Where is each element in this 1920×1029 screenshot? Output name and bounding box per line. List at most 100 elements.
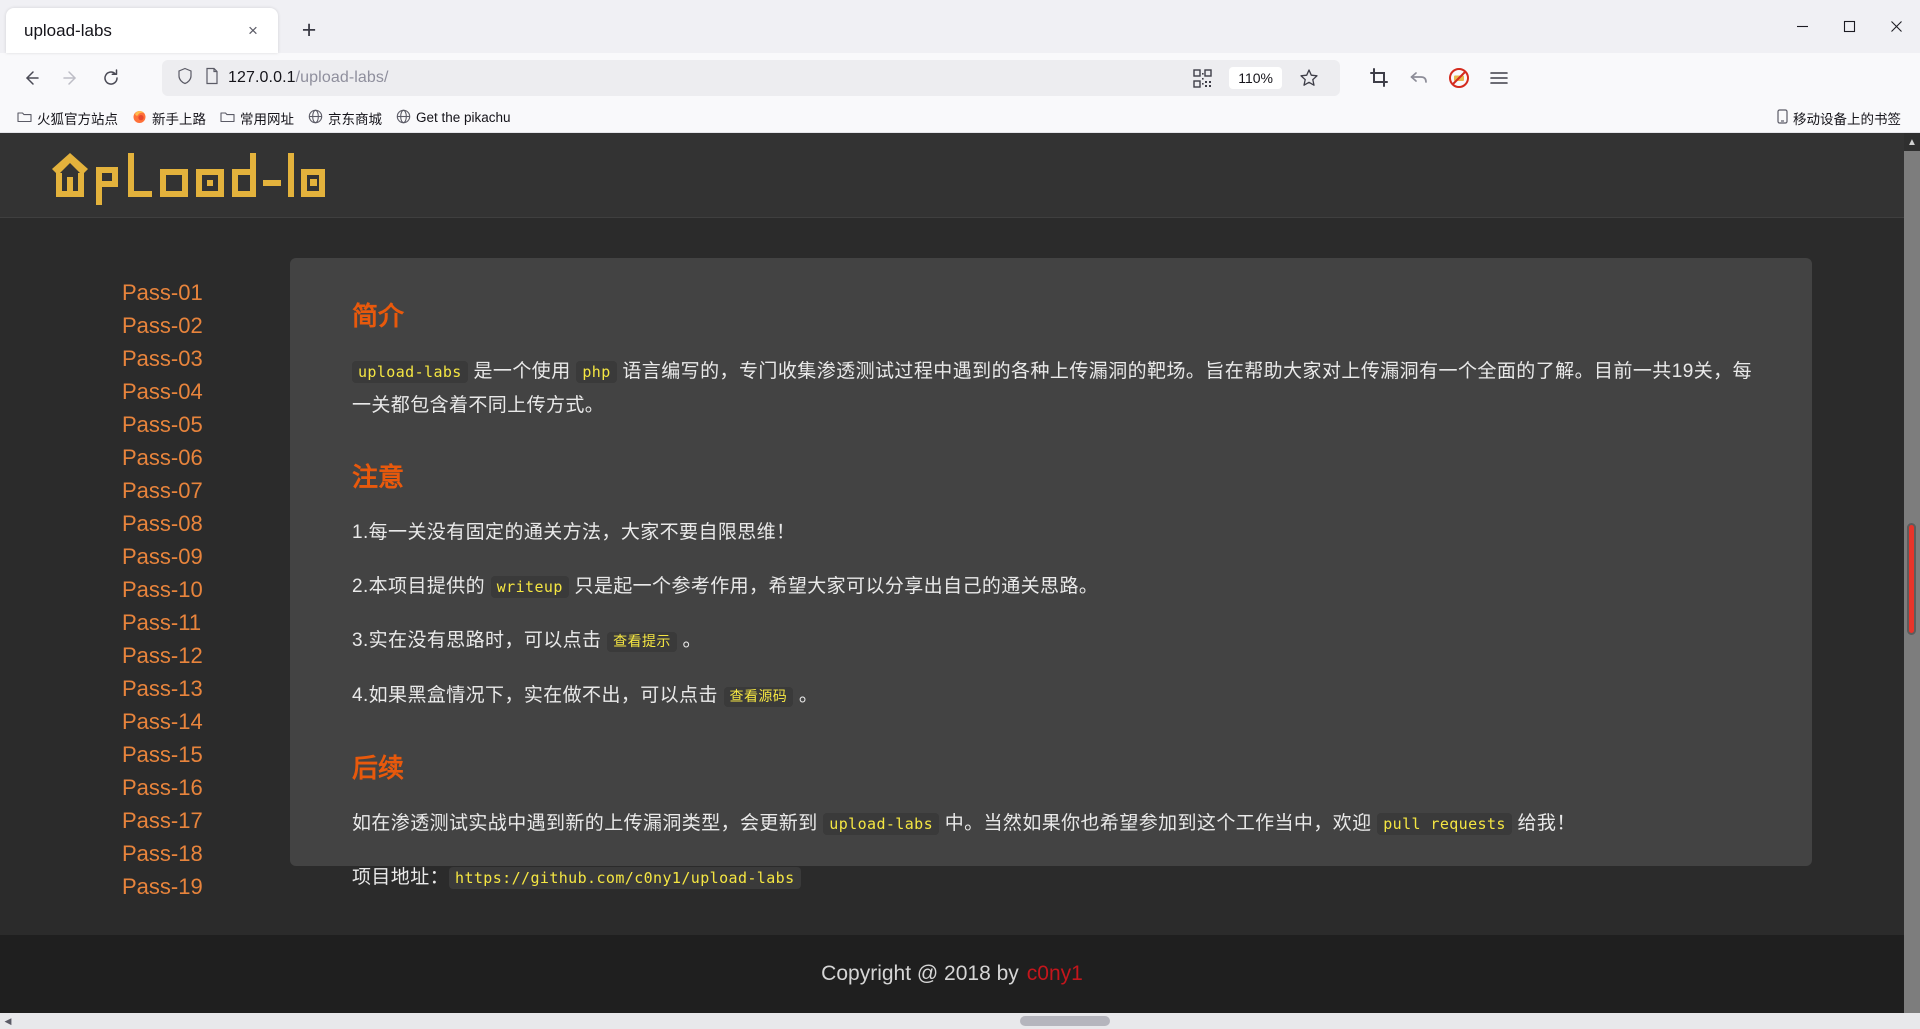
new-tab-button[interactable]: + xyxy=(290,11,328,49)
sidebar-item-pass-10[interactable]: Pass-10 xyxy=(122,573,203,606)
inline-code-view-hint: 查看提示 xyxy=(607,632,677,652)
notice-item-3: 3.实在没有思路时，可以点击 查看提示 。 xyxy=(352,624,1752,659)
globe-icon xyxy=(308,109,323,127)
browser-tab[interactable]: upload-labs × xyxy=(6,8,278,53)
sidebar-item-pass-13[interactable]: Pass-13 xyxy=(122,672,203,705)
notice-item-4-text-b: 。 xyxy=(798,685,819,706)
bookmark-label: 新手上路 xyxy=(152,111,206,127)
sidebar-item-pass-14[interactable]: Pass-14 xyxy=(122,705,203,738)
inline-code-upload-labs-2: upload-labs xyxy=(823,813,940,835)
mobile-bookmarks-label: 移动设备上的书签 xyxy=(1793,111,1901,127)
sidebar-item-pass-05[interactable]: Pass-05 xyxy=(122,408,203,441)
page-body: Pass-01 Pass-02 Pass-03 Pass-04 Pass-05 … xyxy=(0,218,1904,935)
screenshot-icon[interactable] xyxy=(1360,59,1398,97)
page-icon[interactable] xyxy=(204,67,220,90)
tab-title: upload-labs xyxy=(24,20,112,40)
sidebar-item-pass-06[interactable]: Pass-06 xyxy=(122,441,203,474)
horizontal-scrollbar[interactable]: ◀ xyxy=(0,1013,1920,1029)
url-host: 127.0.0.1 xyxy=(228,69,296,86)
intro-heading: 简介 xyxy=(352,301,405,331)
adblock-icon[interactable] xyxy=(1440,59,1478,97)
intro-text-1: 是一个使用 xyxy=(473,361,571,382)
back-icon[interactable] xyxy=(12,59,50,97)
address-bar[interactable]: 127.0.0.1/upload-labs/ 110% xyxy=(162,60,1340,96)
followup-text-1: 如在渗透测试实战中遇到新的上传漏洞类型，会更新到 xyxy=(352,813,818,834)
followup-paragraph: 如在渗透测试实战中遇到新的上传漏洞类型，会更新到 upload-labs 中。当… xyxy=(352,807,1752,841)
reload-icon[interactable] xyxy=(92,59,130,97)
sidebar-item-pass-12[interactable]: Pass-12 xyxy=(122,639,203,672)
sidebar-item-pass-08[interactable]: Pass-08 xyxy=(122,507,203,540)
close-icon[interactable]: × xyxy=(240,18,266,44)
window-controls xyxy=(1779,0,1920,53)
sidebar-item-pass-01[interactable]: Pass-01 xyxy=(122,276,203,309)
sidebar-item-pass-15[interactable]: Pass-15 xyxy=(122,738,203,771)
web-page: Pass-01 Pass-02 Pass-03 Pass-04 Pass-05 … xyxy=(0,133,1904,1013)
site-logo[interactable] xyxy=(46,147,1904,205)
notice-heading: 注意 xyxy=(352,462,405,492)
browser-window: upload-labs × + 127.0.0.1/upload-labs/ 1… xyxy=(0,0,1920,1029)
inline-code-pull-requests: pull requests xyxy=(1377,813,1512,835)
bookmark-label: 常用网址 xyxy=(240,111,294,127)
url-display[interactable]: 127.0.0.1/upload-labs/ xyxy=(228,69,1183,87)
shield-icon[interactable] xyxy=(176,67,194,90)
inline-code-view-source: 查看源码 xyxy=(723,687,794,707)
bookmark-item[interactable]: 常用网址 xyxy=(213,105,301,131)
intro-paragraph: upload-labs 是一个使用 php 语言编写的，专门收集渗透测试过程中遇… xyxy=(352,355,1752,423)
mobile-bookmarks-item[interactable]: 移动设备上的书签 xyxy=(1770,105,1908,131)
bookmark-label: 火狐官方站点 xyxy=(37,111,118,127)
author-link[interactable]: c0ny1 xyxy=(1027,962,1083,986)
followup-heading: 后续 xyxy=(352,753,405,783)
folder-icon xyxy=(220,110,235,126)
address-bar-icons xyxy=(170,67,228,90)
bookmark-item[interactable]: 新手上路 xyxy=(125,105,213,131)
tab-strip: upload-labs × + xyxy=(0,0,1920,53)
bookmark-item[interactable]: 火狐官方站点 xyxy=(10,105,125,131)
followup-text-3: 给我！ xyxy=(1517,813,1576,834)
upload-labs-logo-icon xyxy=(52,153,325,205)
inline-code-writeup: writeup xyxy=(490,576,569,598)
navigation-toolbar: 127.0.0.1/upload-labs/ 110% xyxy=(0,53,1920,103)
notice-item-3-text-b: 。 xyxy=(682,630,702,651)
close-window-icon[interactable] xyxy=(1873,0,1920,53)
sidebar-item-pass-11[interactable]: Pass-11 xyxy=(122,606,201,639)
inline-code-php: php xyxy=(576,361,617,383)
scroll-up-icon[interactable]: ▲ xyxy=(1904,133,1920,151)
bookmark-item[interactable]: Get the pikachu xyxy=(389,106,518,130)
project-address-line: 项目地址： https://github.com/c0ny1/upload-lab… xyxy=(352,861,1752,895)
sidebar-item-pass-07[interactable]: Pass-07 xyxy=(122,474,203,507)
vertical-scrollbar[interactable]: ▲ xyxy=(1904,133,1920,1013)
scroll-left-icon[interactable]: ◀ xyxy=(0,1016,16,1027)
sidebar-nav: Pass-01 Pass-02 Pass-03 Pass-04 Pass-05 … xyxy=(0,258,290,935)
zoom-level-badge[interactable]: 110% xyxy=(1229,67,1282,89)
bookmarks-toolbar: 火狐官方站点 新手上路 常用网址 京东商城 Get the pikachu 移动… xyxy=(0,103,1920,133)
sidebar-item-pass-02[interactable]: Pass-02 xyxy=(122,309,203,342)
project-address-url[interactable]: https://github.com/c0ny1/upload-labs xyxy=(449,867,801,889)
sidebar-item-pass-18[interactable]: Pass-18 xyxy=(122,837,203,870)
sidebar-item-pass-09[interactable]: Pass-09 xyxy=(122,540,203,573)
notice-item-4: 4.如果黑盒情况下，实在做不出，可以点击 查看源码 。 xyxy=(352,679,1752,714)
page-viewport: Pass-01 Pass-02 Pass-03 Pass-04 Pass-05 … xyxy=(0,133,1920,1013)
sidebar-item-pass-17[interactable]: Pass-17 xyxy=(122,804,203,837)
sidebar-item-pass-04[interactable]: Pass-04 xyxy=(122,375,203,408)
star-icon[interactable] xyxy=(1290,59,1328,97)
forward-icon[interactable] xyxy=(52,59,90,97)
bookmark-item[interactable]: 京东商城 xyxy=(301,105,389,131)
horizontal-scrollbar-thumb[interactable] xyxy=(1020,1016,1110,1026)
maximize-icon[interactable] xyxy=(1826,0,1873,53)
vertical-scrollbar-thumb[interactable] xyxy=(1907,523,1916,635)
sidebar-item-pass-19[interactable]: Pass-19 xyxy=(122,870,203,903)
content-card: 简介 upload-labs 是一个使用 php 语言编写的，专门收集渗透测试过… xyxy=(290,258,1812,889)
notice-item-2-text-b: 只是起一个参考作用，希望大家可以分享出自己的通关思路。 xyxy=(574,576,1099,597)
project-address-label: 项目地址： xyxy=(352,867,450,888)
copyright-text: Copyright @ 2018 by xyxy=(821,962,1019,985)
inline-code-upload-labs: upload-labs xyxy=(352,361,468,383)
qr-code-icon[interactable] xyxy=(1183,59,1221,97)
sidebar-item-pass-03[interactable]: Pass-03 xyxy=(122,342,203,375)
globe-icon xyxy=(396,109,411,127)
undo-icon[interactable] xyxy=(1400,59,1438,97)
firefox-icon xyxy=(132,109,147,127)
url-path: /upload-labs/ xyxy=(295,69,389,86)
sidebar-item-pass-16[interactable]: Pass-16 xyxy=(122,771,203,804)
menu-icon[interactable] xyxy=(1480,59,1518,97)
minimize-icon[interactable] xyxy=(1779,0,1826,53)
